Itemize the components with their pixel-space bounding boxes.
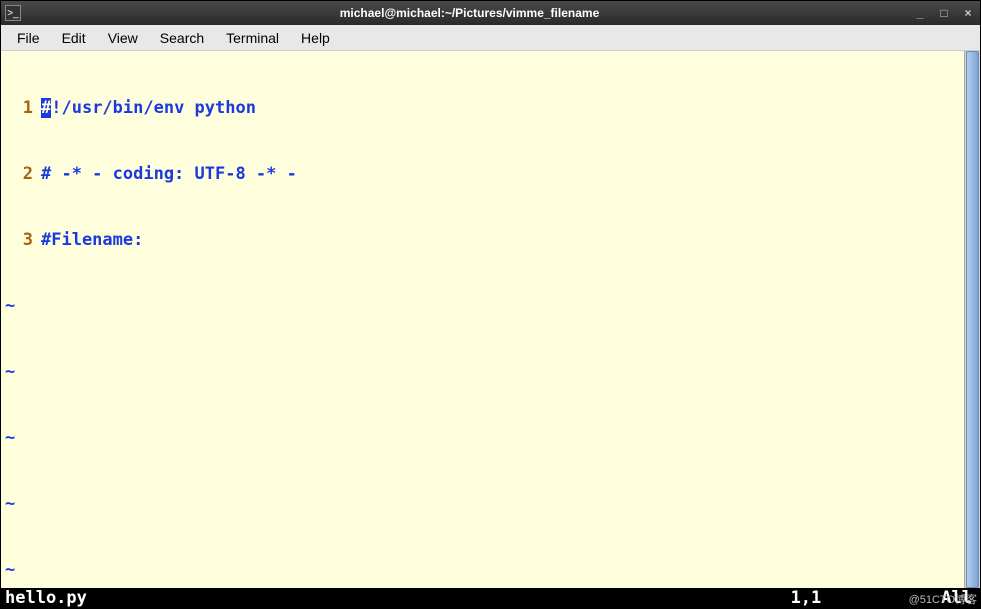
scrollbar-thumb[interactable] — [966, 51, 979, 588]
empty-line-marker: ~ — [1, 295, 964, 317]
menubar: File Edit View Search Terminal Help — [1, 25, 980, 51]
empty-line-marker: ~ — [1, 559, 964, 581]
line-content: # -* - coding: UTF-8 -* - — [41, 163, 297, 185]
terminal-icon: >_ — [5, 5, 21, 21]
cursor: # — [41, 98, 51, 118]
menu-edit[interactable]: Edit — [52, 27, 96, 49]
window-titlebar: >_ michael@michael:~/Pictures/vimme_file… — [1, 1, 980, 25]
empty-line-marker: ~ — [1, 427, 964, 449]
text-buffer[interactable]: 1 #!/usr/bin/env python 2 # -* - coding:… — [1, 51, 964, 588]
close-button[interactable]: × — [960, 5, 976, 21]
vertical-scrollbar[interactable] — [964, 51, 980, 588]
code-line: 2 # -* - coding: UTF-8 -* - — [1, 163, 964, 185]
line-number: 3 — [1, 229, 41, 251]
line-number: 1 — [1, 97, 41, 119]
code-line: 1 #!/usr/bin/env python — [1, 97, 964, 119]
status-cursor-position: 1,1 — [791, 588, 822, 608]
line-number: 2 — [1, 163, 41, 185]
window-controls: _ □ × — [912, 5, 976, 21]
empty-line-marker: ~ — [1, 493, 964, 515]
menu-terminal[interactable]: Terminal — [216, 27, 289, 49]
line-content: #Filename: — [41, 229, 143, 251]
status-filename: hello.py — [5, 588, 791, 608]
watermark: @51CTO博客 — [909, 591, 977, 607]
minimize-button[interactable]: _ — [912, 5, 928, 21]
line-text: !/usr/bin/env python — [51, 98, 256, 118]
menu-search[interactable]: Search — [150, 27, 214, 49]
menu-file[interactable]: File — [7, 27, 50, 49]
menu-view[interactable]: View — [98, 27, 148, 49]
empty-line-marker: ~ — [1, 361, 964, 383]
vim-statusbar: hello.py 1,1 All — [1, 588, 980, 608]
menu-help[interactable]: Help — [291, 27, 340, 49]
code-line: 3 #Filename: — [1, 229, 964, 251]
line-content: #!/usr/bin/env python — [41, 97, 256, 119]
editor-area[interactable]: 1 #!/usr/bin/env python 2 # -* - coding:… — [1, 51, 980, 588]
maximize-button[interactable]: □ — [936, 5, 952, 21]
window-title: michael@michael:~/Pictures/vimme_filenam… — [27, 6, 912, 20]
